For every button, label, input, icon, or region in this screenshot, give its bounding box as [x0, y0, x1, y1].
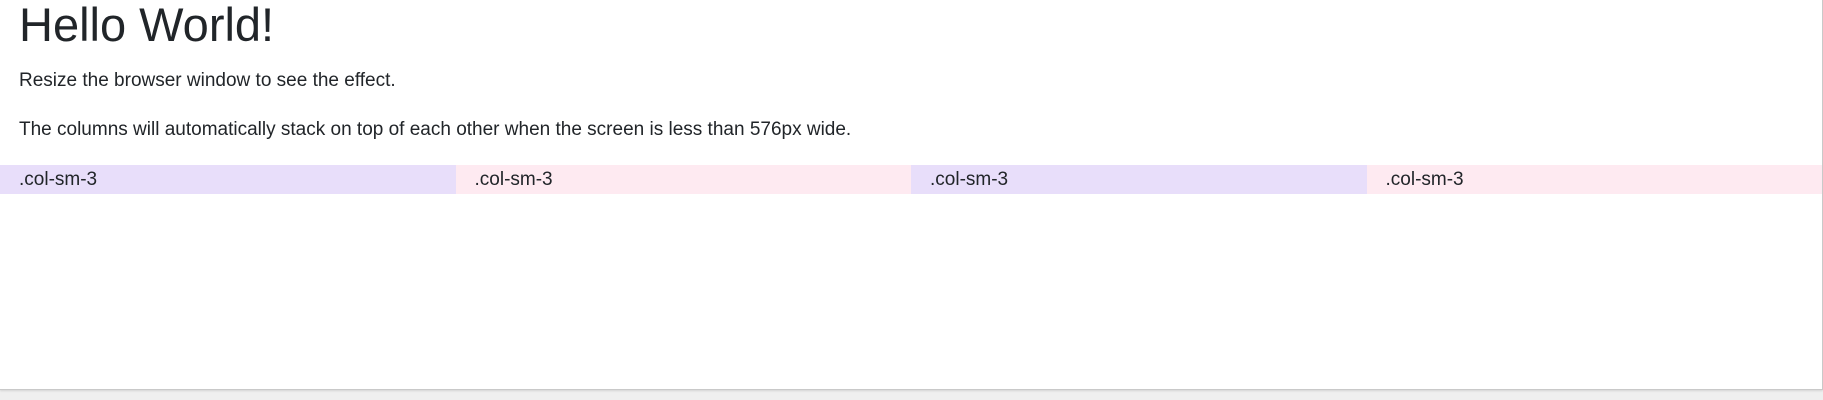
grid-column-1: .col-sm-3: [0, 165, 456, 194]
browser-viewport: Hello World! Resize the browser window t…: [0, 0, 1823, 390]
grid-row: .col-sm-3 .col-sm-3 .col-sm-3 .col-sm-3: [0, 165, 1822, 194]
grid-column-3: .col-sm-3: [911, 165, 1367, 194]
paragraph-resize-hint: Resize the browser window to see the eff…: [19, 70, 396, 91]
grid-column-2: .col-sm-3: [455, 165, 911, 194]
paragraph-stack-note: The columns will automatically stack on …: [19, 119, 852, 140]
page-title: Hello World!: [19, 0, 275, 51]
grid-column-4: .col-sm-3: [1366, 165, 1822, 194]
content-container: Hello World! Resize the browser window t…: [0, 0, 1822, 145]
